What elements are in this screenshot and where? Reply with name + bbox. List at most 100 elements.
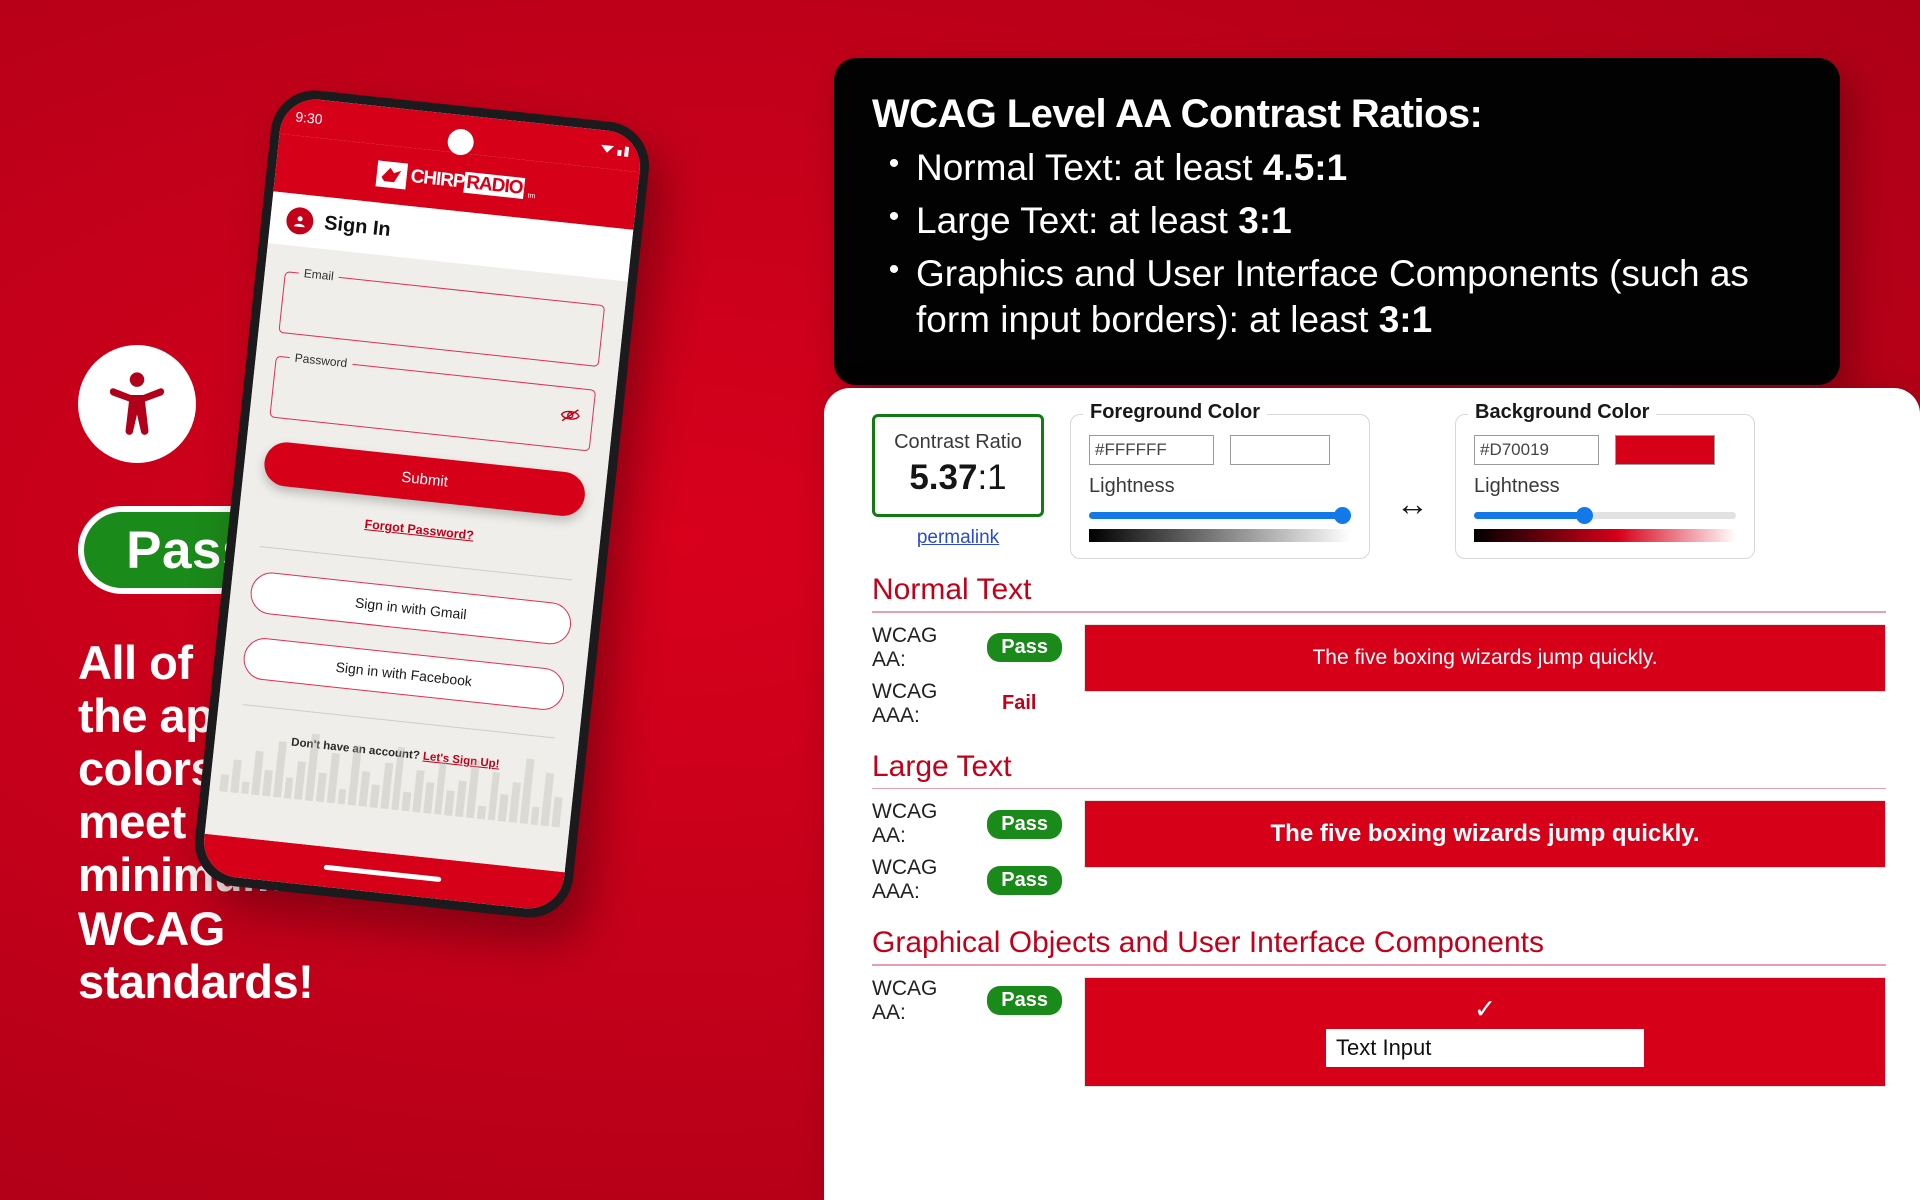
foreground-color-group: Foreground Color #FFFFFF Lightness — [1070, 401, 1370, 559]
equalizer-graphic — [209, 695, 579, 829]
signin-form: Email Password Submit Forgot Password? S… — [204, 243, 628, 873]
submit-button[interactable]: Submit — [262, 440, 588, 519]
equalizer-bar — [294, 760, 307, 800]
bullet-icon: • — [888, 147, 900, 180]
result-row: WCAG AAA: Fail — [872, 680, 1062, 728]
wcag-bullet-body: Graphics and User Interface Components (… — [916, 252, 1749, 340]
permalink-link[interactable]: permalink — [872, 527, 1044, 549]
equalizer-bar — [230, 759, 242, 794]
eye-off-icon[interactable] — [559, 406, 581, 429]
contrast-ratio-label: Contrast Ratio — [894, 431, 1022, 453]
wcag-bullet-text: Normal Text: at least 4.5:1 — [916, 145, 1347, 191]
wcag-card-title: WCAG Level AA Contrast Ratios: — [872, 92, 1483, 136]
equalizer-bar — [283, 776, 294, 799]
section-heading: Normal Text — [872, 573, 1032, 606]
section-rule — [872, 611, 1886, 613]
section-rule — [872, 964, 1886, 966]
equalizer-bar — [508, 781, 521, 823]
status-signal-icons — [599, 141, 630, 157]
password-field[interactable]: Password — [269, 350, 597, 452]
logo-tm: tm — [527, 192, 536, 201]
result-label: WCAG AAA: — [872, 679, 938, 727]
bird-icon — [375, 160, 409, 190]
foreground-color-legend: Foreground Color — [1083, 401, 1267, 424]
result-label: WCAG AA: — [872, 800, 938, 847]
forgot-password-link[interactable]: Forgot Password? — [258, 506, 580, 554]
sign-in-with-gmail-button[interactable]: Sign in with Gmail — [248, 570, 574, 647]
wcag-bullet: • Graphics and User Interface Components… — [872, 251, 1802, 343]
wcag-bullet-body: Large Text: at least — [916, 199, 1239, 241]
equalizer-bar — [476, 805, 486, 820]
equalizer-bar — [337, 788, 347, 805]
slider-fill — [1089, 512, 1351, 519]
foreground-hex-input[interactable]: #FFFFFF — [1089, 435, 1214, 465]
sample-text-input[interactable]: Text Input — [1326, 1029, 1644, 1067]
contrast-ratio-number: 5.37 — [909, 458, 978, 497]
result-row: WCAG AA: Pass — [872, 977, 1062, 1025]
wcag-bullet: • Normal Text: at least 4.5:1 — [872, 145, 1802, 191]
section-results: WCAG AA: Pass — [872, 977, 1062, 1087]
status-badge: Pass — [987, 865, 1062, 895]
background-color-swatch[interactable] — [1615, 435, 1715, 465]
wcag-requirements-card: WCAG Level AA Contrast Ratios: • Normal … — [834, 58, 1840, 385]
equalizer-bar — [262, 769, 273, 797]
result-section-normal-text: Normal Text WCAG AA: Pass WCAG AAA: Fail… — [872, 573, 1886, 736]
bullet-icon: • — [888, 252, 900, 286]
equalizer-bar — [423, 782, 435, 814]
foreground-lightness-slider[interactable] — [1089, 506, 1351, 524]
foreground-color-swatch[interactable] — [1230, 435, 1330, 465]
contrast-checker-controls: Contrast Ratio 5.37:1 permalink Foregrou… — [872, 401, 1886, 559]
background-swatch-row: #D70019 — [1474, 435, 1736, 465]
accessibility-person-icon — [78, 345, 196, 463]
slider-knob[interactable] — [1576, 507, 1594, 524]
email-field[interactable]: Email — [278, 265, 606, 367]
password-field-label: Password — [289, 350, 353, 371]
sign-in-with-facebook-button[interactable]: Sign in with Facebook — [241, 636, 567, 713]
result-row: WCAG AAA: Pass — [872, 856, 1062, 904]
section-body: WCAG AA: Pass ✓ Text Input — [872, 976, 1886, 1087]
foreground-gradient-bar — [1089, 529, 1351, 542]
logo-wordmark: CHIRPRADIO — [409, 166, 526, 200]
section-results: WCAG AA: Pass WCAG AAA: Pass — [872, 800, 1062, 912]
wcag-bullet-text: Graphics and User Interface Components (… — [916, 251, 1802, 343]
result-label: WCAG AA: — [872, 976, 938, 1024]
section-rule — [872, 787, 1886, 789]
facebook-button-label: Sign in with Facebook — [334, 658, 473, 690]
background-gradient-bar — [1474, 529, 1736, 542]
equalizer-bar — [240, 781, 250, 795]
contrast-ratio-box: Contrast Ratio 5.37:1 — [872, 414, 1044, 517]
logo-brand-first: CHIRP — [409, 166, 466, 193]
sample-text: The five boxing wizards jump quickly. — [1270, 820, 1700, 847]
wcag-bullet: • Large Text: at least 3:1 — [872, 198, 1802, 244]
contrast-ratio-suffix: :1 — [977, 458, 1007, 497]
wcag-bullet-ratio: 3:1 — [1238, 199, 1292, 241]
foreground-swatch-row: #FFFFFF — [1089, 435, 1351, 465]
equalizer-bar — [401, 791, 412, 812]
submit-button-label: Submit — [400, 468, 449, 491]
phone-body: 9:30 CHIRPRADIO tm Sign In Email Passwor… — [190, 86, 654, 922]
background-color-group: Background Color #D70019 Lightness — [1455, 401, 1755, 559]
background-lightness-slider[interactable] — [1474, 506, 1736, 524]
section-body: WCAG AA: Pass WCAG AAA: Pass The five bo… — [872, 800, 1886, 912]
wcag-bullet-ratio: 4.5:1 — [1262, 147, 1348, 188]
result-section-large-text: Large Text WCAG AA: Pass WCAG AAA: Pass … — [872, 750, 1886, 913]
wcag-bullet-body: Normal Text: at least — [916, 147, 1263, 188]
swap-colors-icon[interactable]: ↔ — [1396, 485, 1429, 523]
home-indicator — [323, 864, 442, 882]
phone-screen: 9:30 CHIRPRADIO tm Sign In Email Passwor… — [200, 95, 644, 913]
slider-knob[interactable] — [1334, 507, 1351, 524]
contrast-ratio-block: Contrast Ratio 5.37:1 permalink — [872, 414, 1044, 549]
email-field-label: Email — [298, 265, 340, 284]
background-hex-input[interactable]: #D70019 — [1474, 435, 1599, 465]
section-results: WCAG AA: Pass WCAG AAA: Fail — [872, 624, 1062, 736]
contrast-ratio-value: 5.37:1 — [887, 458, 1029, 498]
logo-brand-second: RADIO — [463, 171, 526, 200]
contrast-checker-panel: Contrast Ratio 5.37:1 permalink Foregrou… — [824, 388, 1920, 1200]
tagline-line: standards! — [78, 954, 314, 1008]
status-time: 9:30 — [294, 108, 324, 128]
status-badge: Pass — [987, 633, 1062, 662]
background-color-legend: Background Color — [1468, 401, 1657, 424]
equalizer-bar — [358, 771, 371, 807]
phone-mockup: 9:30 CHIRPRADIO tm Sign In Email Passwor… — [190, 86, 654, 922]
wcag-bullet-text: Large Text: at least 3:1 — [916, 198, 1292, 244]
